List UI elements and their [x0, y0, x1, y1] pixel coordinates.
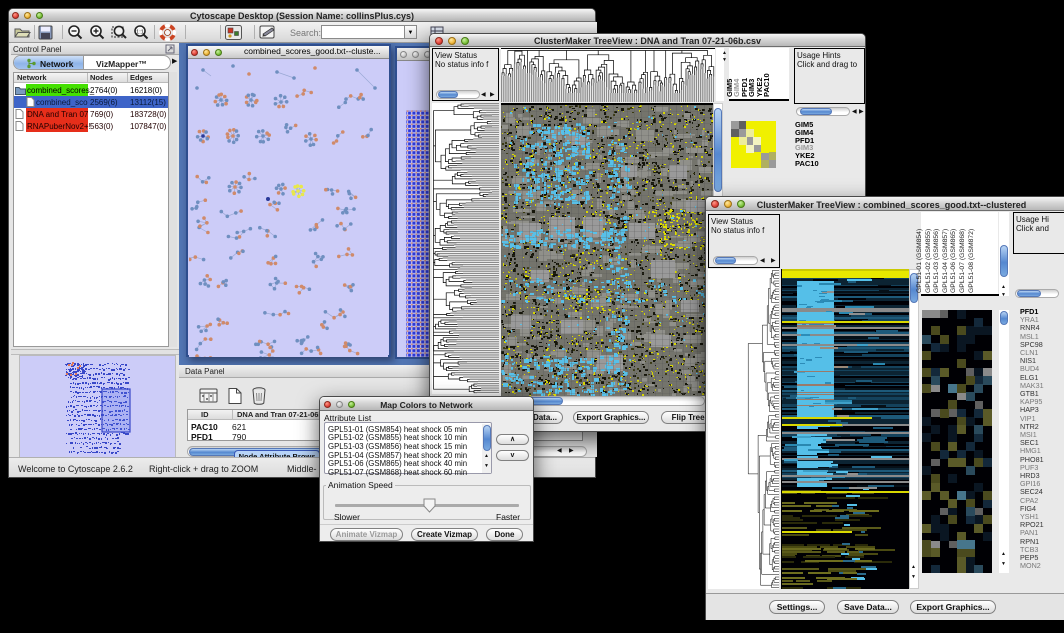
svg-text:1:1: 1:1 — [136, 29, 144, 35]
